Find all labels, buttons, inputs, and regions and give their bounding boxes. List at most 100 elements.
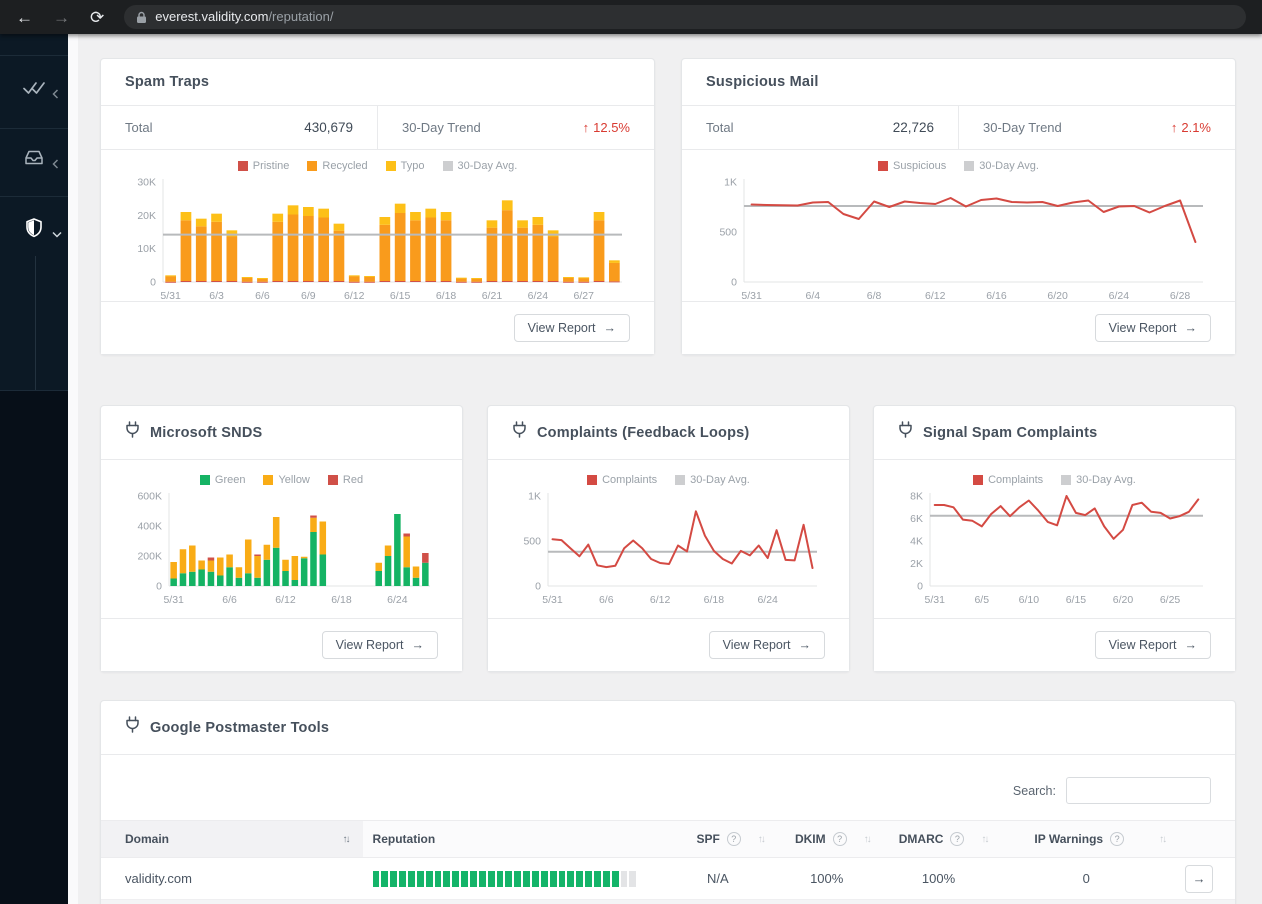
help-icon[interactable]: ? [1110, 832, 1125, 846]
sort-icon[interactable]: ↑↓ [981, 834, 989, 845]
svg-text:600K: 600K [137, 491, 162, 503]
chart-area: Pristine Recycled Typo 30-Day Avg. 0 10K 20K 3… [101, 150, 654, 304]
svg-text:6/24: 6/24 [757, 594, 778, 606]
search-row: Search: [101, 755, 1235, 820]
row-detail-button[interactable]: → [1185, 864, 1214, 893]
view-report-button[interactable]: View Report → [1094, 631, 1211, 659]
reputation-segment [425, 870, 433, 887]
chart-legend: Green Yellow Red [125, 474, 438, 486]
url-bar[interactable]: everest.validity.com/reputation/ [124, 5, 1246, 29]
help-icon[interactable]: ? [726, 832, 741, 846]
svg-text:0: 0 [150, 277, 156, 289]
sort-icon[interactable]: ↑↓ [343, 834, 351, 845]
trend-value: ↑ 2.1% [1170, 120, 1211, 135]
trend-up-icon: ↑ [1170, 120, 1178, 135]
legend-label: Complaints [988, 474, 1044, 486]
help-icon[interactable]: ? [832, 832, 847, 846]
card-header: Signal Spam Complaints [874, 406, 1235, 460]
inbox-icon [23, 149, 45, 171]
sort-icon[interactable]: ↑↓ [1159, 834, 1167, 845]
view-report-button[interactable]: View Report → [321, 631, 438, 659]
svg-text:0: 0 [917, 581, 923, 593]
forward-icon[interactable]: → [53, 9, 70, 26]
column-header-dmarc[interactable]: DMARC ? ↑↓ [880, 821, 998, 857]
spam-traps-chart: 0 10K 20K 30K 5/31 6/3 6/6 6/9 6/12 6/15 6/18 6/21 6… [125, 174, 630, 304]
help-icon[interactable]: ? [950, 832, 965, 846]
back-icon[interactable]: ← [16, 9, 33, 26]
card-footer: View Report → [488, 618, 849, 671]
svg-text:1K: 1K [528, 491, 541, 503]
reputation-bar [372, 870, 637, 887]
card-footer: View Report → [101, 301, 654, 354]
legend-item: Recycled [307, 160, 368, 172]
card-header: Google Postmaster Tools [101, 701, 1235, 755]
reputation-segment [469, 870, 477, 887]
trend-up-icon: ↑ [582, 120, 590, 135]
chevron-down-icon [52, 231, 62, 238]
stat-label: 30-Day Trend [983, 120, 1062, 135]
svg-text:1K: 1K [724, 177, 737, 189]
card-footer: View Report → [874, 618, 1235, 671]
reputation-segment [496, 870, 504, 887]
reputation-segment [434, 870, 442, 887]
legend-item: Typo [385, 160, 425, 172]
search-input[interactable] [1066, 777, 1211, 804]
legend-item: 30-Day Avg. [442, 160, 517, 172]
column-header-spf[interactable]: SPF ? ↑↓ [662, 821, 774, 857]
shield-icon [24, 217, 44, 243]
arrow-right-icon: → [1184, 321, 1198, 335]
sort-icon[interactable]: ↑↓ [864, 834, 872, 845]
reputation-segment [576, 870, 584, 887]
card-title: Complaints (Feedback Loops) [537, 424, 750, 441]
arrow-right-icon: → [411, 638, 425, 652]
svg-text:30K: 30K [137, 177, 156, 189]
svg-text:6/18: 6/18 [704, 594, 725, 606]
card-title: Signal Spam Complaints [923, 424, 1098, 441]
sort-icon[interactable]: ↑↓ [758, 834, 766, 845]
legend-label: Green [214, 474, 246, 486]
legend-swatch [878, 161, 889, 171]
chart-legend: Complaints 30-Day Avg. [512, 474, 825, 486]
reputation-segment [585, 870, 593, 887]
reputation-segment [540, 870, 548, 887]
url-path: /reputation/ [268, 9, 334, 24]
sidebar-item-reputation[interactable] [0, 206, 68, 254]
sidebar-indent-line [35, 256, 36, 390]
reload-icon[interactable]: ⟳ [90, 9, 104, 26]
stats-row: Total 22,726 30-Day Trend ↑ 2.1% [682, 106, 1235, 150]
svg-text:6/25: 6/25 [1160, 594, 1181, 606]
total-stat: Total 430,679 [101, 106, 377, 149]
column-header-domain[interactable]: Domain ↑↓ [101, 821, 363, 857]
svg-text:500: 500 [523, 536, 541, 548]
sidebar-item-validation[interactable] [0, 66, 68, 114]
trend-value: ↑ 12.5% [582, 120, 630, 135]
microsoft-snds-card: Microsoft SNDS Green Yellow Red 0 200K 400K 6… [100, 405, 463, 672]
next-row-partial [101, 900, 1235, 904]
svg-text:20K: 20K [137, 210, 156, 222]
microsoft-snds-chart: 0 200K 400K 600K 5/31 6/6 6/12 6/18 6/24 [125, 488, 438, 608]
legend-item: Red [327, 474, 363, 486]
reputation-segment [549, 870, 557, 887]
legend-label: 30-Day Avg. [1076, 474, 1136, 486]
double-check-icon [23, 80, 45, 101]
sidebar-item-inbox[interactable] [0, 136, 68, 184]
view-report-button[interactable]: View Report → [708, 631, 825, 659]
legend-swatch [675, 475, 686, 485]
chart-legend: Pristine Recycled Typo 30-Day Avg. [125, 160, 630, 172]
reputation-segment [558, 870, 566, 887]
google-postmaster-card: Google Postmaster Tools Search: Domain ↑… [100, 700, 1236, 904]
reputation-segment [594, 870, 601, 887]
content-edge [68, 34, 78, 904]
reputation-segment [390, 870, 398, 887]
view-report-button[interactable]: View Report → [513, 314, 630, 342]
chart-area: Green Yellow Red 0 200K 400K 600K 5/31 6/6 6/12 6… [101, 460, 462, 608]
svg-text:10K: 10K [137, 243, 156, 255]
view-report-button[interactable]: View Report → [1094, 314, 1211, 342]
svg-text:6/6: 6/6 [222, 594, 237, 606]
plug-icon [125, 716, 140, 739]
arrow-right-icon: → [1184, 638, 1198, 652]
column-header-ip-warnings[interactable]: IP Warnings ? ↑↓ [997, 821, 1175, 857]
reputation-segment [381, 870, 389, 887]
column-header-dkim[interactable]: DKIM ? ↑↓ [774, 821, 880, 857]
chart-legend: Complaints 30-Day Avg. [898, 474, 1211, 486]
